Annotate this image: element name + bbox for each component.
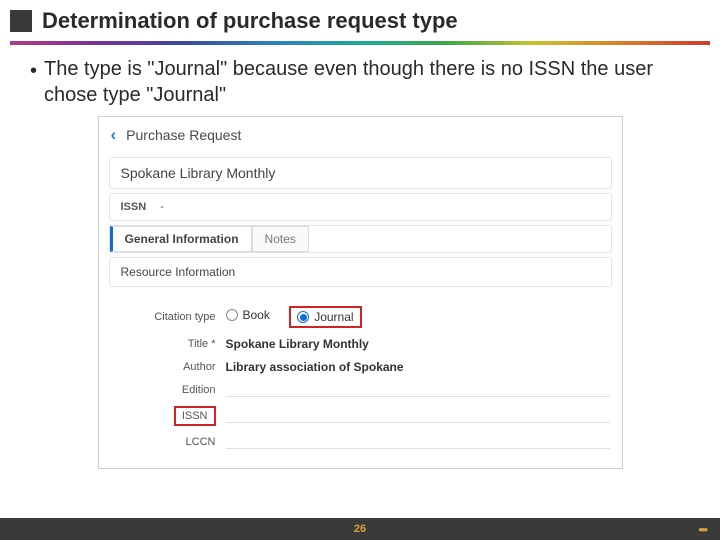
label-edition: Edition [111, 384, 226, 396]
input-lccn[interactable] [226, 435, 610, 449]
row-lccn: LCCN [111, 435, 610, 449]
issn-label-highlight-box: ISSN [174, 406, 216, 426]
radio-book[interactable]: Book [226, 308, 270, 322]
row-title: Title * Spokane Library Monthly [111, 337, 610, 351]
section-header: Resource Information [109, 257, 612, 287]
row-issn: ISSN [111, 406, 610, 426]
value-author[interactable]: Library association of Spokane [226, 360, 610, 374]
bullet-area: • The type is "Journal" because even tho… [0, 45, 720, 116]
row-edition: Edition [111, 383, 610, 397]
card-header: ‹ Purchase Request [99, 117, 622, 153]
radio-book-label: Book [243, 308, 270, 322]
label-title: Title * [111, 338, 226, 350]
tab-general-information[interactable]: General Information [110, 226, 252, 252]
title-square-icon [10, 10, 32, 32]
input-issn[interactable] [226, 409, 610, 423]
radio-journal[interactable]: Journal [297, 310, 353, 324]
slide-title: Determination of purchase request type [42, 8, 458, 34]
resource-form: Citation type Book Journal Title * Spoka… [99, 291, 622, 468]
back-chevron-icon[interactable]: ‹ [111, 125, 117, 145]
item-name: Spokane Library Monthly [121, 165, 276, 181]
footer-dots-icon: ••• [698, 522, 706, 537]
page-number: 26 [354, 523, 366, 535]
row-author: Author Library association of Spokane [111, 360, 610, 374]
value-title[interactable]: Spokane Library Monthly [226, 337, 610, 351]
bullet-row: • The type is "Journal" because even tho… [30, 57, 692, 108]
issn-summary-panel: ISSN - [109, 193, 612, 221]
radio-circle-icon [226, 309, 238, 321]
item-name-panel: Spokane Library Monthly [109, 157, 612, 189]
bullet-dot-icon: • [30, 57, 44, 108]
journal-highlight-box: Journal [289, 306, 361, 328]
bullet-text: The type is "Journal" because even thoug… [44, 57, 692, 108]
slide-title-row: Determination of purchase request type [0, 0, 720, 38]
purchase-request-card: ‹ Purchase Request Spokane Library Month… [98, 116, 623, 469]
tab-notes[interactable]: Notes [252, 226, 309, 252]
radio-journal-label: Journal [314, 310, 353, 324]
issn-summary-label: ISSN [121, 201, 147, 213]
section-title: Resource Information [121, 265, 236, 279]
label-issn: ISSN [182, 410, 208, 422]
radio-circle-selected-icon [297, 311, 309, 323]
input-edition[interactable] [226, 383, 610, 397]
tabs-panel: General Information Notes [109, 225, 612, 253]
issn-summary-value: - [160, 201, 164, 213]
card-title: Purchase Request [126, 127, 241, 143]
label-citation-type: Citation type [111, 311, 226, 323]
row-citation-type: Citation type Book Journal [111, 306, 610, 328]
slide-footer: 26 ••• [0, 518, 720, 540]
label-lccn: LCCN [111, 436, 226, 448]
label-author: Author [111, 361, 226, 373]
